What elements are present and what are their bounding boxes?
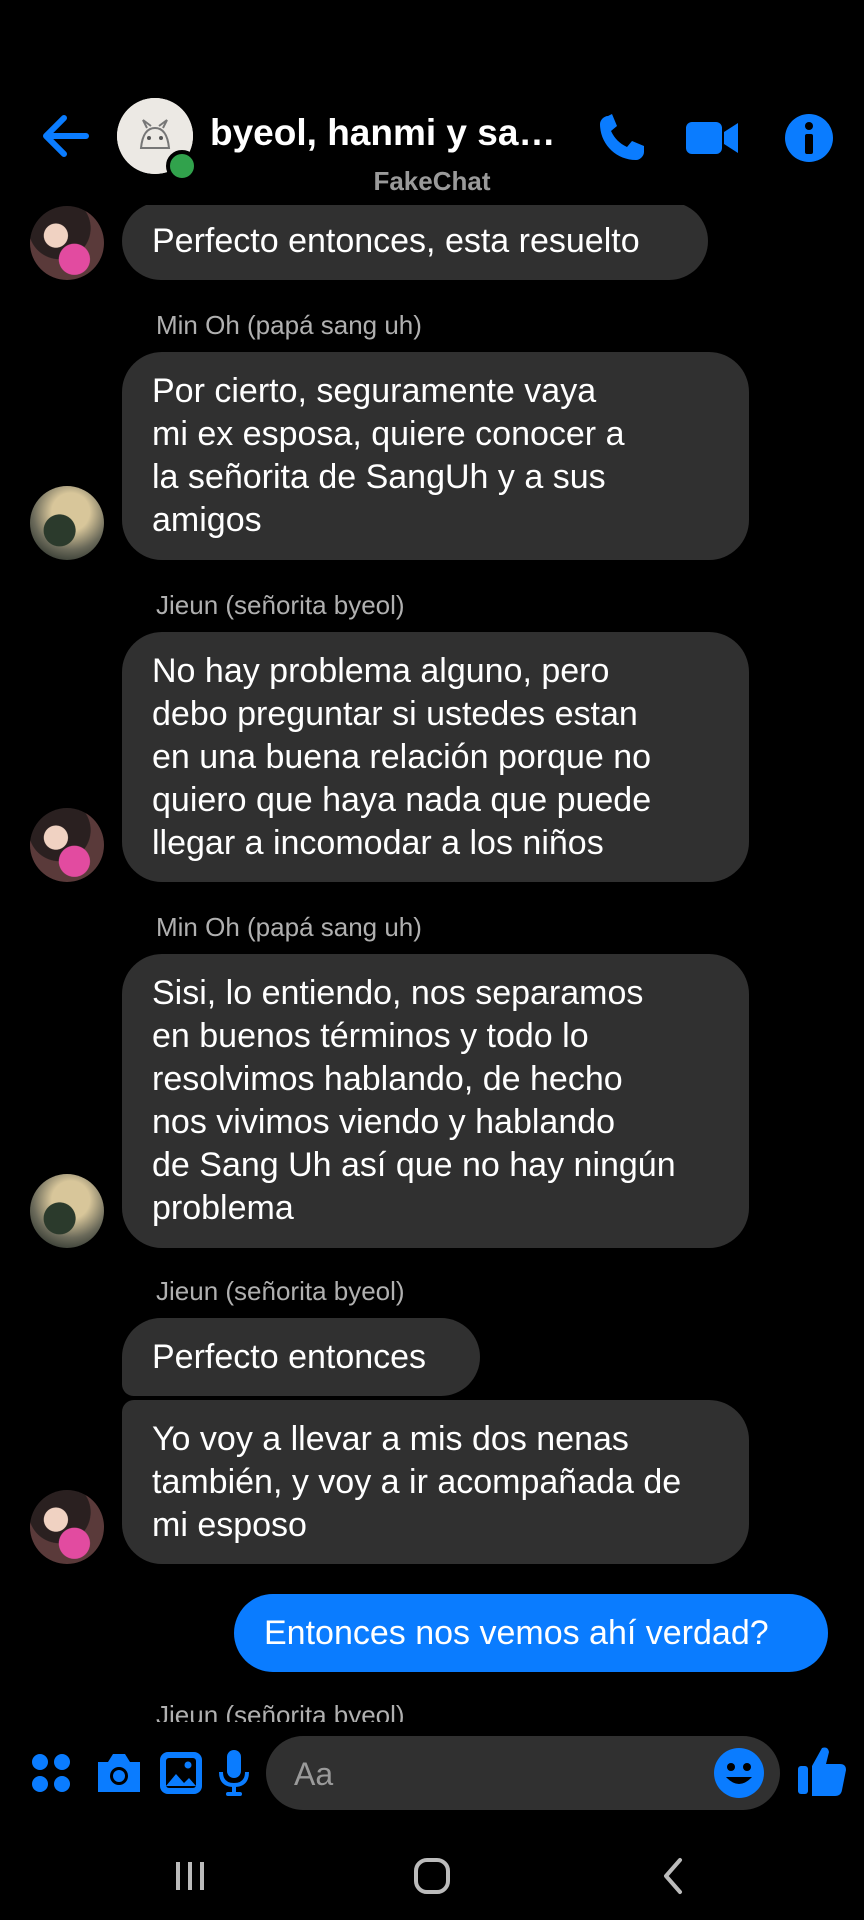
sender-name: Min Oh (papá sang uh) <box>156 912 422 942</box>
info-icon[interactable] <box>778 108 840 168</box>
composer-bar <box>0 1722 864 1832</box>
system-nav-bar <box>0 1832 864 1920</box>
message-bubble[interactable]: Por cierto, seguramente vaya mi ex espos… <box>122 352 749 560</box>
back-arrow-icon[interactable] <box>38 108 94 164</box>
my-message-bubble[interactable]: Entonces nos vemos ahí verdad? <box>234 1594 828 1672</box>
jieun-avatar[interactable] <box>30 1490 104 1564</box>
home-icon[interactable] <box>412 1854 452 1898</box>
nav-back-icon[interactable] <box>654 1856 694 1896</box>
message-bubble[interactable]: Sisi, lo entiendo, nos separamos en buen… <box>122 954 749 1248</box>
sender-name: Min Oh (papá sang uh) <box>156 310 422 340</box>
like-icon[interactable] <box>796 1742 848 1798</box>
watermark-label: FakeChat <box>373 166 491 196</box>
camera-icon[interactable] <box>94 1750 144 1794</box>
min-oh-avatar[interactable] <box>30 486 104 560</box>
jieun-avatar[interactable] <box>30 206 104 280</box>
message-list[interactable]: Perfecto entonces, esta resuelto Min Oh … <box>0 200 864 1722</box>
video-icon[interactable] <box>682 108 742 168</box>
microphone-icon[interactable] <box>218 1748 250 1798</box>
sender-name: Jieun (señorita byeol) <box>156 1700 405 1722</box>
emoji-icon[interactable] <box>712 1746 766 1800</box>
phone-icon[interactable] <box>592 108 652 168</box>
message-input[interactable] <box>292 1736 696 1812</box>
chat-title[interactable]: byeol, hanmi y san... <box>210 112 570 154</box>
jieun-avatar[interactable] <box>30 808 104 882</box>
message-bubble[interactable]: No hay problema alguno, pero debo pregun… <box>122 632 749 882</box>
sender-name: Jieun (señorita byeol) <box>156 1276 405 1306</box>
message-bubble[interactable]: Perfecto entonces, esta resuelto <box>122 202 708 280</box>
chat-header: byeol, hanmi y san... FakeChat <box>0 0 864 205</box>
message-bubble[interactable]: Perfecto entonces <box>122 1318 480 1396</box>
apps-icon[interactable] <box>30 1752 72 1794</box>
message-input-wrapper <box>266 1736 780 1812</box>
sender-name: Jieun (señorita byeol) <box>156 590 405 620</box>
recent-apps-icon[interactable] <box>170 1856 210 1896</box>
min-oh-avatar[interactable] <box>30 1174 104 1248</box>
gallery-icon[interactable] <box>158 1750 204 1796</box>
message-bubble[interactable]: Yo voy a llevar a mis dos nenas también,… <box>122 1400 749 1564</box>
